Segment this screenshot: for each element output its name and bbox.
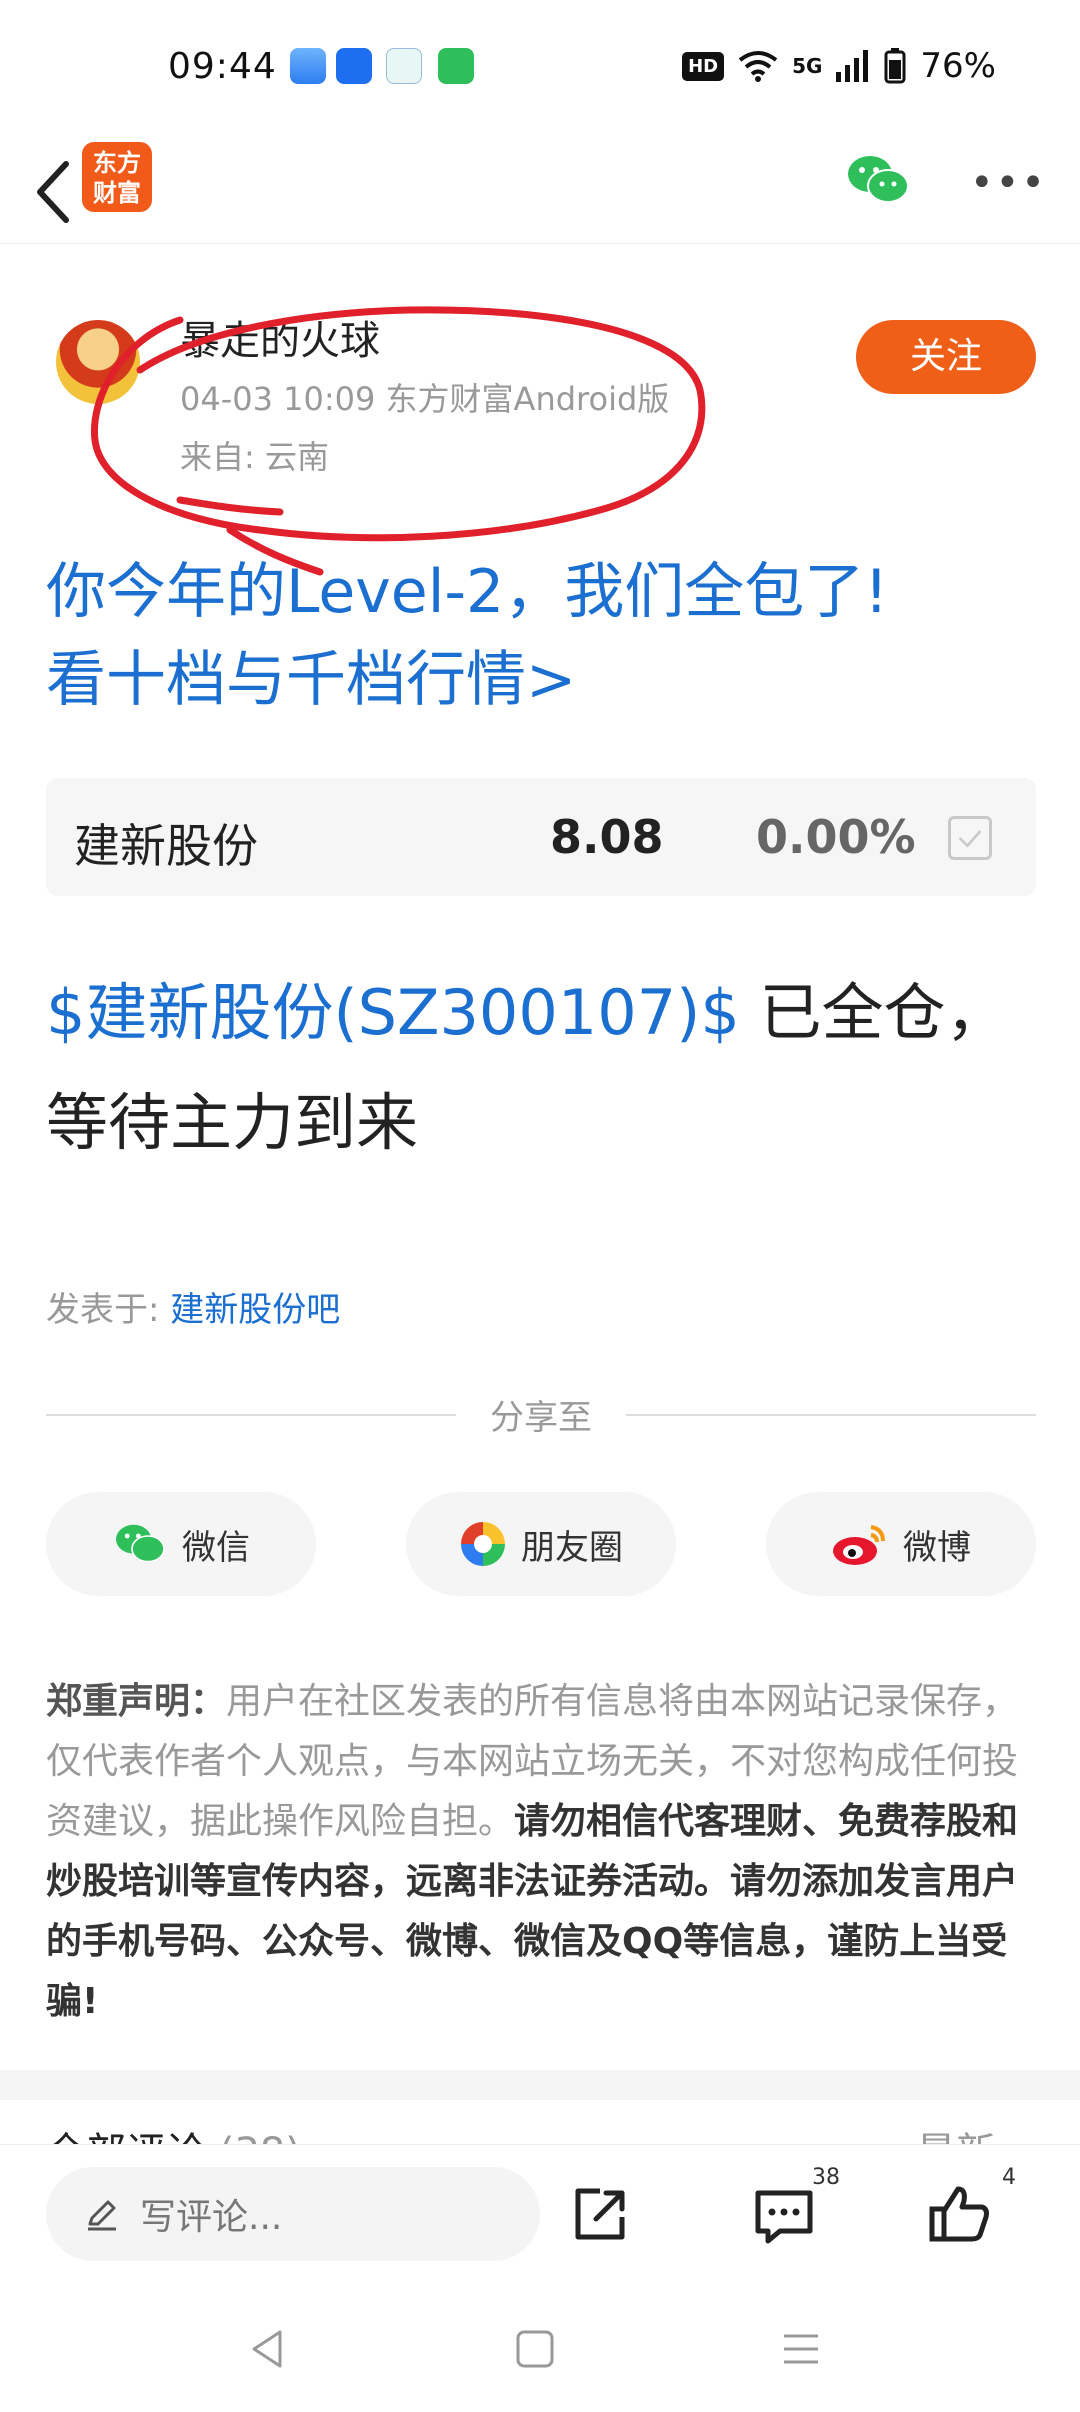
xiaoyi-icon bbox=[386, 48, 422, 84]
weather-icon bbox=[290, 48, 326, 84]
top-nav: 东方 财富 ••• bbox=[0, 140, 1080, 244]
clock: 09:44 bbox=[168, 46, 277, 87]
author-header: 暴走的火球 04-03 10:09 东方财富Android版 来自: 云南 关注 bbox=[0, 300, 1080, 520]
signal-icon bbox=[836, 50, 869, 82]
author-name[interactable]: 暴走的火球 bbox=[180, 308, 380, 366]
follow-button[interactable]: 关注 bbox=[856, 320, 1036, 394]
author-avatar[interactable] bbox=[56, 320, 140, 404]
comment-input[interactable]: 写评论... bbox=[46, 2167, 540, 2261]
hd-icon: HD bbox=[682, 51, 725, 81]
add-watchlist-checkbox[interactable] bbox=[948, 816, 992, 860]
comments-button[interactable]: 38 bbox=[744, 2165, 840, 2255]
stock-quote-card[interactable]: 建新股份 8.08 0.00% bbox=[46, 778, 1036, 896]
section-divider bbox=[0, 2070, 1080, 2100]
comments-header-peek: 全部评论 (38) 最新 bbox=[46, 2120, 1036, 2146]
share-header: 分享至 bbox=[46, 1390, 1036, 1438]
like-count-badge: 4 bbox=[1002, 2165, 1016, 2190]
wifi-icon bbox=[738, 51, 778, 82]
comment-placeholder: 写评论... bbox=[140, 2197, 283, 2238]
stock-bar-link[interactable]: 建新股份吧 bbox=[170, 1290, 340, 1330]
post-meta: 04-03 10:09 东方财富Android版 bbox=[180, 380, 670, 418]
wechat-icon bbox=[116, 1524, 165, 1563]
weibo-icon bbox=[833, 1525, 885, 1565]
comments-sort[interactable]: 最新 bbox=[916, 2120, 996, 2146]
thumbs-up-icon bbox=[929, 2186, 989, 2242]
messages-icon bbox=[438, 48, 474, 84]
stock-change: 0.00% bbox=[756, 810, 916, 864]
status-bar: 09:44 HD 5G 76% bbox=[0, 0, 1080, 140]
pencil-icon bbox=[88, 2200, 116, 2231]
share-weibo-button[interactable]: 微博 bbox=[766, 1492, 1036, 1596]
bottom-action-bar: 写评论... 38 4 bbox=[0, 2144, 1080, 2284]
nav-recents-icon[interactable] bbox=[776, 2324, 826, 2374]
stock-price: 8.08 bbox=[550, 810, 664, 864]
like-button[interactable]: 4 bbox=[920, 2165, 1016, 2255]
more-menu-button[interactable]: ••• bbox=[970, 160, 1045, 206]
divider bbox=[46, 1414, 456, 1416]
promo-line-2: 看十档与千档行情> bbox=[46, 645, 577, 715]
disclaimer-title: 郑重声明： bbox=[46, 1681, 227, 1722]
level2-promo-link[interactable]: 你今年的Level-2，我们全包了! 看十档与千档行情> bbox=[46, 548, 1036, 724]
legal-disclaimer: 郑重声明：用户在社区发表的所有信息将由本网站记录保存，仅代表作者个人观点，与本网… bbox=[46, 1672, 1036, 2032]
nav-home-icon[interactable] bbox=[510, 2324, 560, 2374]
logo-text-top: 东方 bbox=[93, 149, 141, 177]
security-icon bbox=[336, 48, 372, 84]
network-label: 5G bbox=[792, 54, 823, 78]
author-location: 来自: 云南 bbox=[180, 438, 329, 476]
share-weibo-label: 微博 bbox=[903, 1527, 971, 1568]
logo-text-bottom: 财富 bbox=[93, 179, 141, 207]
system-nav-bar bbox=[0, 2284, 1080, 2412]
stock-name: 建新股份 bbox=[74, 819, 258, 873]
post-body: $建新股份(SZ300107)$ 已全仓，等待主力到来 bbox=[46, 958, 1036, 1178]
posted-in: 发表于: 建新股份吧 bbox=[46, 1282, 340, 1331]
share-external-icon[interactable] bbox=[560, 2175, 640, 2255]
share-wechat-label: 微信 bbox=[182, 1527, 250, 1568]
moments-icon bbox=[461, 1522, 505, 1566]
share-moments-button[interactable]: 朋友圈 bbox=[406, 1492, 676, 1596]
promo-line-1: 你今年的Level-2，我们全包了! bbox=[46, 557, 889, 627]
stock-tag-link[interactable]: $建新股份(SZ300107)$ bbox=[46, 976, 740, 1049]
posted-in-label: 发表于: bbox=[46, 1290, 171, 1330]
wechat-share-icon[interactable] bbox=[846, 150, 910, 210]
nav-back-icon[interactable] bbox=[244, 2324, 294, 2374]
comment-count-badge: 38 bbox=[812, 2165, 840, 2190]
share-wechat-button[interactable]: 微信 bbox=[46, 1492, 316, 1596]
battery-level: 76% bbox=[920, 46, 996, 86]
app-logo[interactable]: 东方 财富 bbox=[82, 142, 152, 212]
share-moments-label: 朋友圈 bbox=[521, 1527, 623, 1568]
share-title: 分享至 bbox=[490, 1398, 592, 1438]
status-icons: HD 5G 76% bbox=[682, 46, 996, 86]
battery-icon bbox=[884, 48, 906, 84]
divider bbox=[626, 1414, 1036, 1416]
